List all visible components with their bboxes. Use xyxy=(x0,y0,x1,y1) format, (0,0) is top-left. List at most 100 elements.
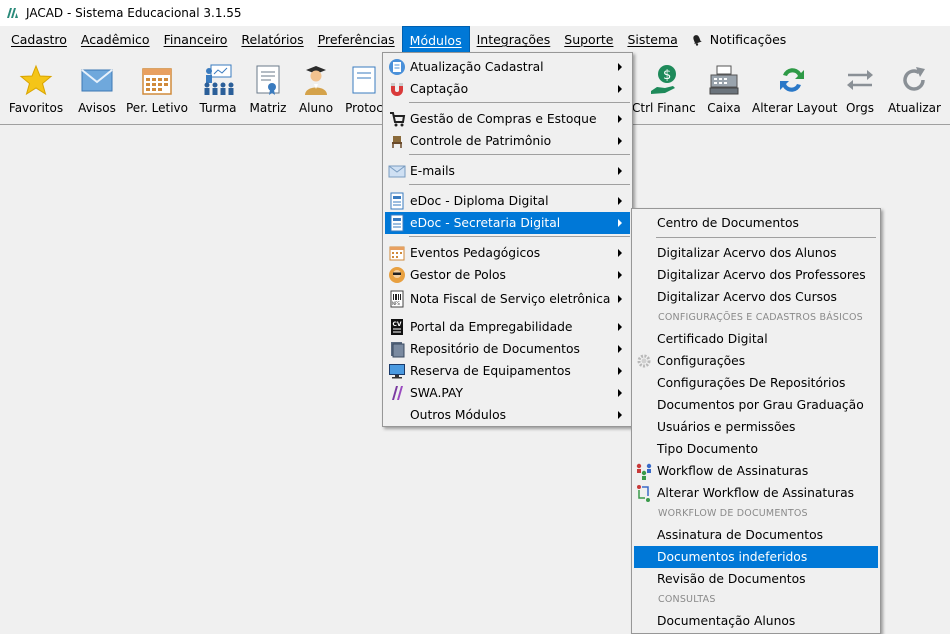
submenu-workflow-assinaturas[interactable]: Workflow de Assinaturas xyxy=(634,460,878,482)
atualizar-button[interactable]: Atualizar xyxy=(888,53,941,123)
submenu-documentos-grau[interactable]: Documentos por Grau Graduação xyxy=(634,394,878,416)
menu-item-controle-patrimonio[interactable]: Controle de Patrimônio xyxy=(385,130,630,152)
submenu-header-configuracoes: CONFIGURAÇÕES E CADASTROS BÁSICOS xyxy=(658,312,863,323)
submenu-digitalizar-cursos[interactable]: Digitalizar Acervo dos Cursos xyxy=(634,286,878,308)
orgs-label: Orgs xyxy=(845,101,875,115)
menu-separator xyxy=(409,154,630,155)
protocolo-button[interactable]: Protoc xyxy=(344,53,384,123)
submenu-arrow-icon xyxy=(618,323,622,331)
menu-item-eventos-pedagogicos[interactable]: Eventos Pedagógicos xyxy=(385,242,630,264)
submenu-arrow-icon xyxy=(618,249,622,257)
submenu-alterar-workflow[interactable]: Alterar Workflow de Assinaturas xyxy=(634,482,878,504)
cv-icon: CV xyxy=(391,319,403,335)
submenu-arrow-icon xyxy=(618,389,622,397)
atualizar-label: Atualizar xyxy=(888,101,941,115)
ctrl-financ-button[interactable]: $ Ctrl Financ. xyxy=(632,53,696,123)
menu-item-gestor-polos[interactable]: Gestor de Polos xyxy=(385,264,630,286)
orgs-button[interactable]: Orgs xyxy=(840,53,880,123)
menu-item-emails[interactable]: E-mails xyxy=(385,160,630,182)
menu-separator xyxy=(409,184,630,185)
monitor-icon xyxy=(389,364,405,379)
submenu-arrow-icon xyxy=(618,295,622,303)
alterar-layout-label: Alterar Layout xyxy=(752,101,838,115)
menu-item-edoc-secretaria[interactable]: eDoc - Secretaria Digital xyxy=(385,212,630,234)
submenu-arrow-icon xyxy=(618,115,622,123)
submenu-digitalizar-professores[interactable]: Digitalizar Acervo dos Professores xyxy=(634,264,878,286)
menu-preferencias[interactable]: Preferências xyxy=(311,26,402,53)
calendar-icon xyxy=(142,68,172,95)
certificate-icon xyxy=(256,65,280,95)
menu-item-reserva-equipamentos[interactable]: Reserva de Equipamentos xyxy=(385,360,630,382)
menu-item-swa-pay[interactable]: SWA.PAY xyxy=(385,382,630,404)
magnet-icon xyxy=(391,83,403,96)
menu-sistema[interactable]: Sistema xyxy=(620,26,684,53)
per-letivo-label: Per. Letivo xyxy=(126,101,188,115)
menu-cadastro[interactable]: Cadastro xyxy=(4,26,74,53)
menu-academico[interactable]: Acadêmico xyxy=(74,26,157,53)
submenu-revisao-documentos[interactable]: Revisão de Documentos xyxy=(634,568,878,590)
submenu-arrow-icon xyxy=(618,271,622,279)
menu-financeiro[interactable]: Financeiro xyxy=(157,26,235,53)
menu-item-nota-fiscal[interactable]: NFS Nota Fiscal de Serviço eletrônica xyxy=(385,288,630,310)
money-hand-icon: $ xyxy=(651,65,676,94)
submenu-centro-documentos[interactable]: Centro de Documentos xyxy=(634,212,878,234)
menu-relatorios[interactable]: Relatórios xyxy=(234,26,310,53)
menu-separator xyxy=(409,236,630,237)
submenu-certificado-digital[interactable]: Certificado Digital xyxy=(634,328,878,350)
menu-notificacoes[interactable]: Notificações xyxy=(685,26,794,53)
submenu-arrow-icon xyxy=(618,197,622,205)
submenu-header-consultas: CONSULTAS xyxy=(658,594,716,605)
favoritos-button[interactable]: Favoritos xyxy=(6,53,66,123)
menu-item-repositorio-documentos[interactable]: Repositório de Documentos xyxy=(385,338,630,360)
manager-avatar-icon xyxy=(389,267,405,283)
alterar-layout-button[interactable]: Alterar Layout xyxy=(752,53,838,123)
svg-text:$: $ xyxy=(663,68,671,83)
workflow-users-icon xyxy=(636,463,652,480)
menu-item-edoc-diploma[interactable]: eDoc - Diploma Digital xyxy=(385,190,630,212)
menu-separator xyxy=(409,102,630,103)
protocol-icon xyxy=(352,66,376,94)
submenu-arrow-icon xyxy=(618,137,622,145)
menu-item-portal-empregabilidade[interactable]: CV Portal da Empregabilidade xyxy=(385,316,630,338)
protocolo-label: Protoc xyxy=(345,101,383,115)
registration-update-icon xyxy=(389,59,405,75)
turma-button[interactable]: Turma xyxy=(194,53,242,123)
submenu-digitalizar-alunos[interactable]: Digitalizar Acervo dos Alunos xyxy=(634,242,878,264)
submenu-documentos-indeferidos[interactable]: Documentos indeferidos xyxy=(634,546,878,568)
submenu-arrow-icon xyxy=(618,85,622,93)
secretaria-submenu: Centro de Documentos Digitalizar Acervo … xyxy=(631,208,881,634)
submenu-tipo-documento[interactable]: Tipo Documento xyxy=(634,438,878,460)
menu-modulos[interactable]: Módulos xyxy=(401,26,470,53)
caixa-button[interactable]: Caixa xyxy=(704,53,744,123)
submenu-documentacao-alunos[interactable]: Documentação Alunos xyxy=(634,610,878,632)
transfer-arrows-icon xyxy=(847,70,873,90)
avisos-button[interactable]: Avisos xyxy=(72,53,122,123)
window-title: JACAD - Sistema Educacional 3.1.55 xyxy=(26,6,242,20)
envelope-icon xyxy=(81,69,113,92)
matriz-button[interactable]: Matriz xyxy=(248,53,288,123)
star-icon xyxy=(19,64,53,96)
submenu-configuracoes-repositorios[interactable]: Configurações De Repositórios xyxy=(634,372,878,394)
submenu-usuarios-permissoes[interactable]: Usuários e permissões xyxy=(634,416,878,438)
notificacoes-label: Notificações xyxy=(709,32,787,47)
submenu-assinatura-documentos[interactable]: Assinatura de Documentos xyxy=(634,524,878,546)
menu-item-outros-modulos[interactable]: Outros Módulos xyxy=(385,404,630,426)
submenu-arrow-icon xyxy=(618,219,622,227)
per-letivo-button[interactable]: Per. Letivo xyxy=(126,53,188,123)
menu-item-atualizacao-cadastral[interactable]: Atualização Cadastral xyxy=(385,56,630,78)
favoritos-label: Favoritos xyxy=(8,101,64,115)
menu-bar: Cadastro Acadêmico Financeiro Relatórios… xyxy=(0,26,950,53)
submenu-configuracoes[interactable]: Configurações xyxy=(634,350,878,372)
aluno-button[interactable]: Aluno xyxy=(296,53,336,123)
menu-integracoes[interactable]: Integrações xyxy=(470,26,558,53)
menu-item-captacao[interactable]: Captação xyxy=(385,78,630,100)
menu-item-gestao-compras[interactable]: Gestão de Compras e Estoque xyxy=(385,108,630,130)
turma-label: Turma xyxy=(199,101,237,115)
submenu-arrow-icon xyxy=(618,345,622,353)
repository-icon xyxy=(391,342,405,358)
svg-text:NFS: NFS xyxy=(392,301,400,306)
title-bar: JACAD - Sistema Educacional 3.1.55 xyxy=(0,0,950,26)
cash-register-icon xyxy=(709,65,739,95)
ctrl-financ-label: Ctrl Financ. xyxy=(632,101,696,115)
menu-suporte[interactable]: Suporte xyxy=(557,26,620,53)
